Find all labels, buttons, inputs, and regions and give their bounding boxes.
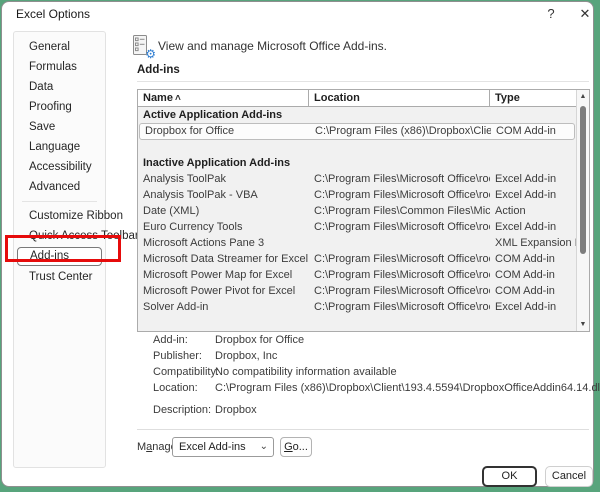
table-row-analysis-toolpak-vba[interactable]: Analysis ToolPak - VBA C:\Program Files\… xyxy=(138,187,576,203)
detail-value: Dropbox, Inc xyxy=(215,350,278,362)
detail-value: No compatibility information available xyxy=(215,366,397,378)
detail-label: Add-in: xyxy=(153,334,188,346)
detail-label: Publisher: xyxy=(153,350,202,362)
detail-publisher: Publisher: Dropbox, Inc xyxy=(153,348,585,364)
detail-value: C:\Program Files (x86)\Dropbox\Client\19… xyxy=(215,382,600,394)
bottom-divider xyxy=(137,429,589,430)
table-row-microsoft-data-streamer[interactable]: Microsoft Data Streamer for Excel C:\Pro… xyxy=(138,251,576,267)
close-icon[interactable]: ✕ xyxy=(574,5,596,23)
page-description: View and manage Microsoft Office Add-ins… xyxy=(158,39,388,53)
detail-label: Location: xyxy=(153,382,198,394)
sidebar-item-quick-access-toolbar[interactable]: Quick Access Toolbar xyxy=(14,226,139,246)
sidebar-item-language[interactable]: Language xyxy=(14,137,105,157)
cancel-button[interactable]: Cancel xyxy=(545,466,593,487)
addin-details: Add-in: Dropbox for Office Publisher: Dr… xyxy=(153,332,600,418)
column-header-type[interactable]: Type xyxy=(490,90,577,106)
scrollbar-thumb[interactable] xyxy=(580,106,586,254)
ok-button[interactable]: OK xyxy=(482,466,537,487)
addins-page-icon: ⚙ xyxy=(129,33,156,61)
scroll-down-icon[interactable]: ▼ xyxy=(577,321,589,328)
manage-dropdown[interactable]: Excel Add-ins ⌄ xyxy=(172,437,274,457)
sidebar-item-formulas[interactable]: Formulas xyxy=(14,57,105,77)
go-button[interactable]: Go... xyxy=(280,437,312,457)
section-divider xyxy=(137,81,589,82)
table-row-microsoft-power-map[interactable]: Microsoft Power Map for Excel C:\Program… xyxy=(138,267,576,283)
chevron-down-icon: ⌄ xyxy=(259,441,268,452)
table-row-euro-currency-tools[interactable]: Euro Currency Tools C:\Program Files\Mic… xyxy=(138,219,576,235)
options-sidebar: General Formulas Data Proofing Save Lang… xyxy=(13,31,139,468)
sidebar-item-customize-ribbon[interactable]: Customize Ribbon xyxy=(14,206,123,226)
manage-dropdown-value: Excel Add-ins xyxy=(179,441,246,453)
help-icon[interactable]: ? xyxy=(540,5,562,23)
table-row-microsoft-power-pivot[interactable]: Microsoft Power Pivot for Excel C:\Progr… xyxy=(138,283,576,299)
table-row-microsoft-actions-pane-3[interactable]: Microsoft Actions Pane 3 XML Expansion P… xyxy=(138,235,576,251)
table-row-dropbox-for-office[interactable]: Dropbox for Office C:\Program Files (x86… xyxy=(139,123,575,140)
table-row-solver-add-in[interactable]: Solver Add-in C:\Program Files\Microsoft… xyxy=(138,299,576,315)
sidebar-item-advanced[interactable]: Advanced xyxy=(14,177,105,197)
sidebar-item-add-ins[interactable]: Add-ins xyxy=(17,247,102,266)
sidebar-item-general[interactable]: General xyxy=(14,37,105,57)
detail-description: Description: Dropbox xyxy=(153,402,585,418)
table-body: Active Application Add-ins Dropbox for O… xyxy=(138,107,576,331)
detail-location: Location: C:\Program Files (x86)\Dropbox… xyxy=(153,380,600,396)
sidebar-item-data[interactable]: Data xyxy=(14,77,105,97)
addins-section-label: Add-ins xyxy=(137,64,180,76)
sidebar-item-proofing[interactable]: Proofing xyxy=(14,97,105,117)
detail-label: Compatibility: xyxy=(153,366,220,378)
addins-table: Name ˄ Location Type Active Application A… xyxy=(137,89,590,332)
detail-value: Dropbox xyxy=(215,404,257,416)
column-header-name[interactable]: Name ˄ xyxy=(138,90,309,106)
detail-compatibility: Compatibility: No compatibility informat… xyxy=(153,364,585,380)
detail-value: Dropbox for Office xyxy=(215,334,305,346)
group-header-active: Active Application Add-ins xyxy=(143,109,283,121)
sidebar-item-trust-center[interactable]: Trust Center xyxy=(14,267,105,287)
table-scrollbar[interactable]: ▲ ▼ xyxy=(576,90,589,331)
column-header-location[interactable]: Location xyxy=(309,90,490,106)
gear-icon: ⚙ xyxy=(145,47,156,61)
table-row-date-xml[interactable]: Date (XML) C:\Program Files\Common Files… xyxy=(138,203,576,219)
detail-addin: Add-in: Dropbox for Office xyxy=(153,332,585,348)
group-header-inactive: Inactive Application Add-ins xyxy=(143,157,291,169)
table-header-row: Name ˄ Location Type xyxy=(138,90,577,107)
sidebar-item-accessibility[interactable]: Accessibility xyxy=(14,157,105,177)
sidebar-divider xyxy=(22,201,97,202)
scroll-up-icon[interactable]: ▲ xyxy=(577,93,589,100)
table-row-analysis-toolpak[interactable]: Analysis ToolPak C:\Program Files\Micros… xyxy=(138,171,576,187)
dialog-title: Excel Options xyxy=(16,7,91,21)
sort-asc-icon: ˄ xyxy=(174,93,181,104)
sidebar-item-save[interactable]: Save xyxy=(14,117,105,137)
excel-options-dialog: Excel Options ? ✕ General Formulas Data … xyxy=(1,1,600,487)
detail-label: Description: xyxy=(153,404,212,416)
